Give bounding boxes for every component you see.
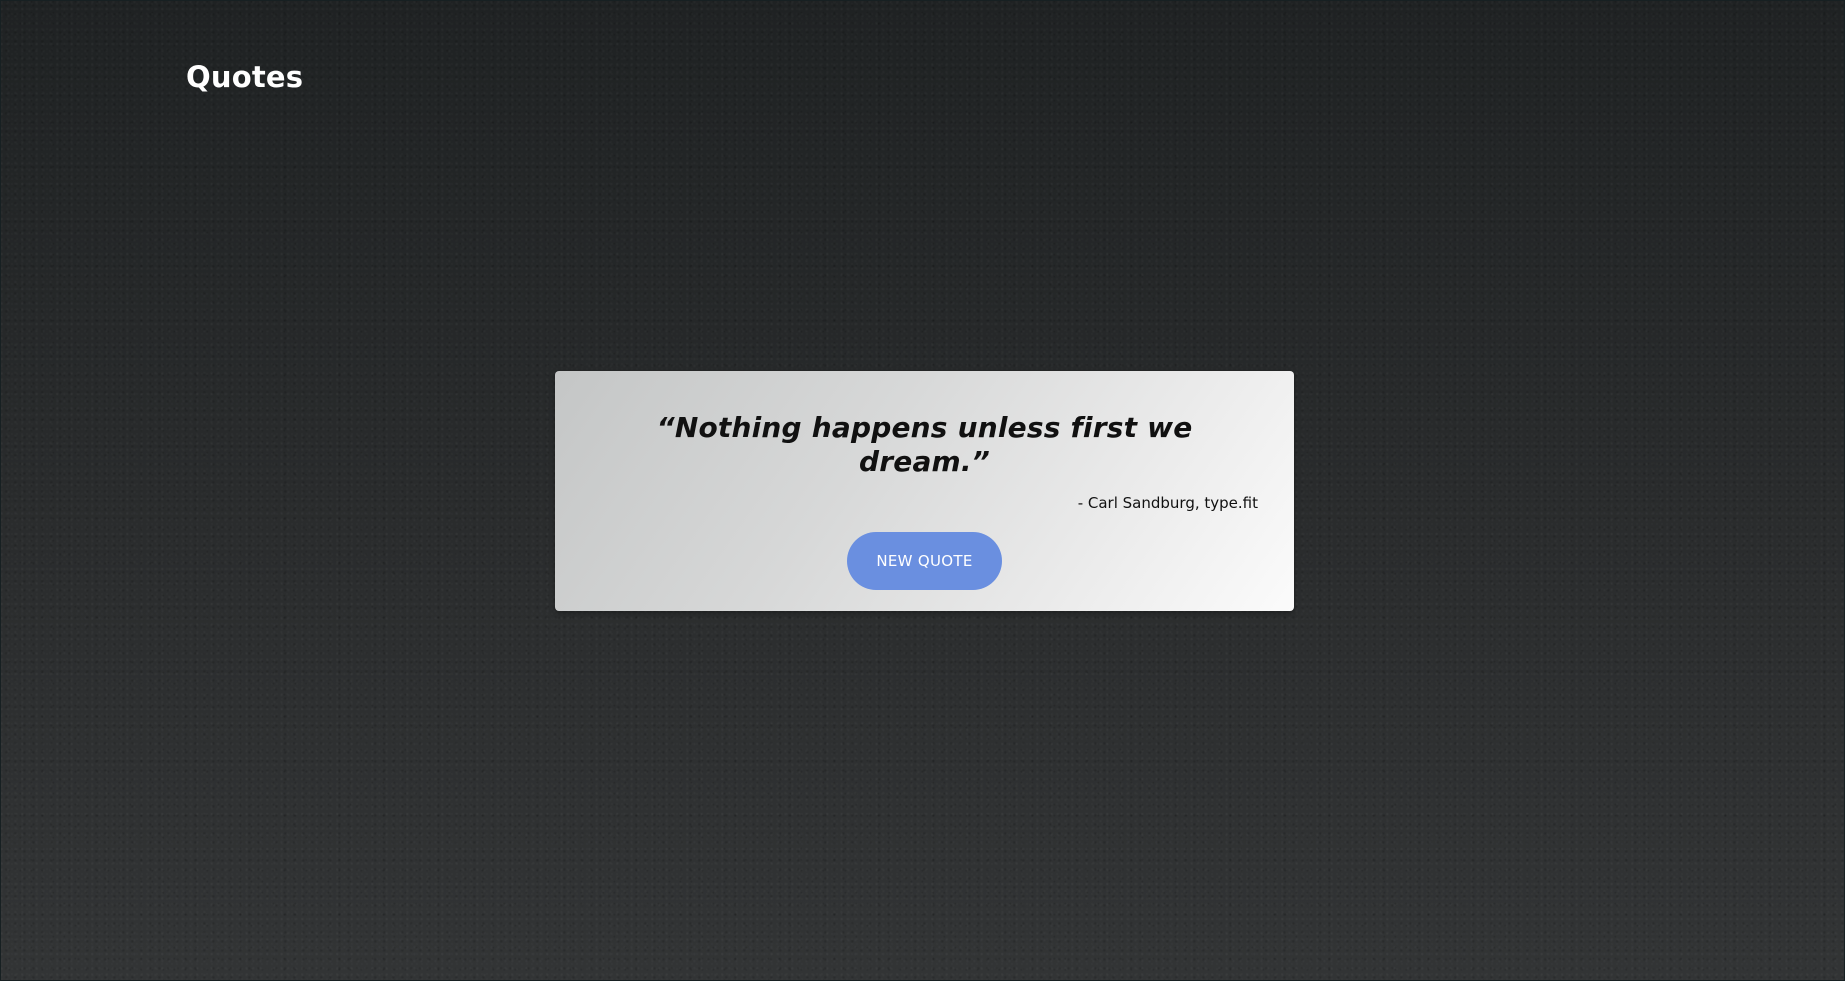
app-title: Quotes [186, 60, 304, 94]
quote-card: “Nothing happens unless first we dream.”… [555, 371, 1294, 611]
quote-text: “Nothing happens unless first we dream.” [656, 411, 1193, 478]
new-quote-button[interactable]: NEW QUOTE [847, 532, 1002, 591]
quote-author: - Carl Sandburg, type.fit [1077, 494, 1258, 513]
